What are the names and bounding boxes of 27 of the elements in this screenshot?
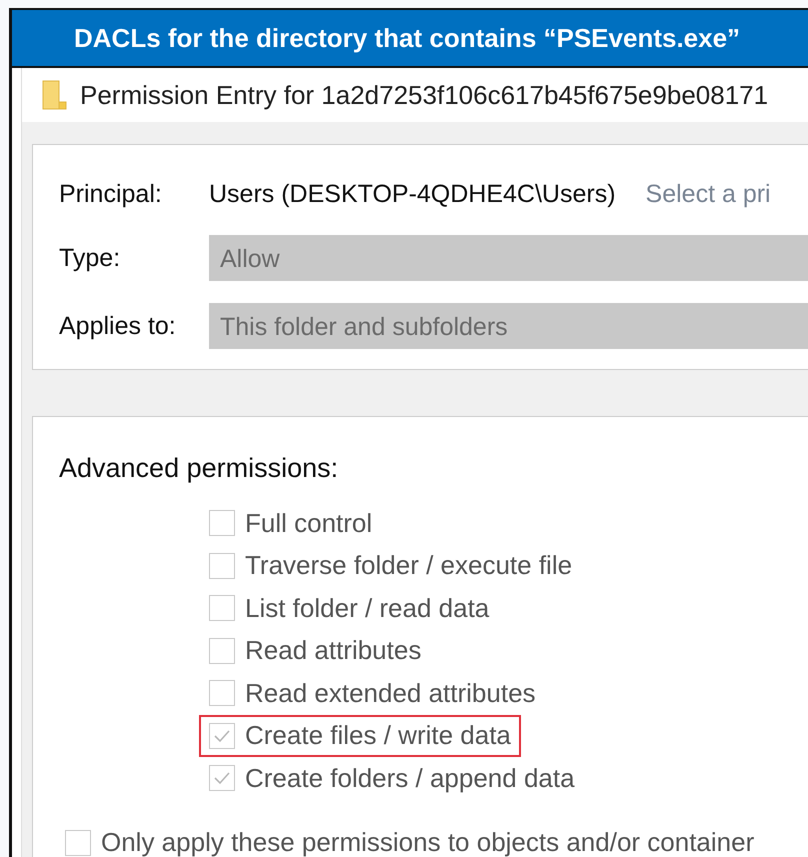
banner-title: DACLs for the directory that contains “PSEvents.exe” — [74, 22, 740, 54]
section-heading: Advanced permissions: — [59, 453, 338, 484]
checkbox[interactable] — [209, 510, 235, 536]
checkbox[interactable] — [209, 765, 235, 792]
field-label: Type: — [59, 244, 122, 272]
checkbox[interactable] — [209, 722, 235, 749]
check-icon — [213, 771, 231, 786]
principal-value: Users (DESKTOP-4QDHE4C\Users) — [209, 180, 616, 208]
checkbox[interactable] — [209, 595, 235, 622]
checkbox-label: List folder / read data — [245, 592, 490, 624]
field-label: Applies to: — [59, 312, 177, 340]
checkbox[interactable] — [65, 830, 91, 856]
folder-icon — [42, 80, 68, 110]
checkbox[interactable] — [209, 680, 235, 706]
principal-label: Principal: — [59, 180, 163, 208]
checkbox-label: Create folders / append data — [245, 762, 575, 794]
check-icon — [213, 728, 231, 743]
checkbox-label: Read extended attributes — [245, 678, 536, 709]
checkbox-label: Only apply these permissions to objects and/or container — [101, 827, 754, 857]
checkbox-label: Read attributes — [245, 635, 422, 666]
checkbox-label: Create files / write data — [245, 720, 511, 752]
checkbox[interactable] — [209, 638, 235, 664]
checkbox[interactable] — [209, 552, 235, 579]
window-title: Permission Entry for 1a2d7253f106c617b45f675e9be08171 — [80, 80, 768, 110]
select-principal-link[interactable]: Select a pri — [646, 180, 771, 208]
checkbox-label: Traverse folder / execute file — [245, 550, 572, 582]
checkbox-label: Full control — [245, 508, 372, 539]
